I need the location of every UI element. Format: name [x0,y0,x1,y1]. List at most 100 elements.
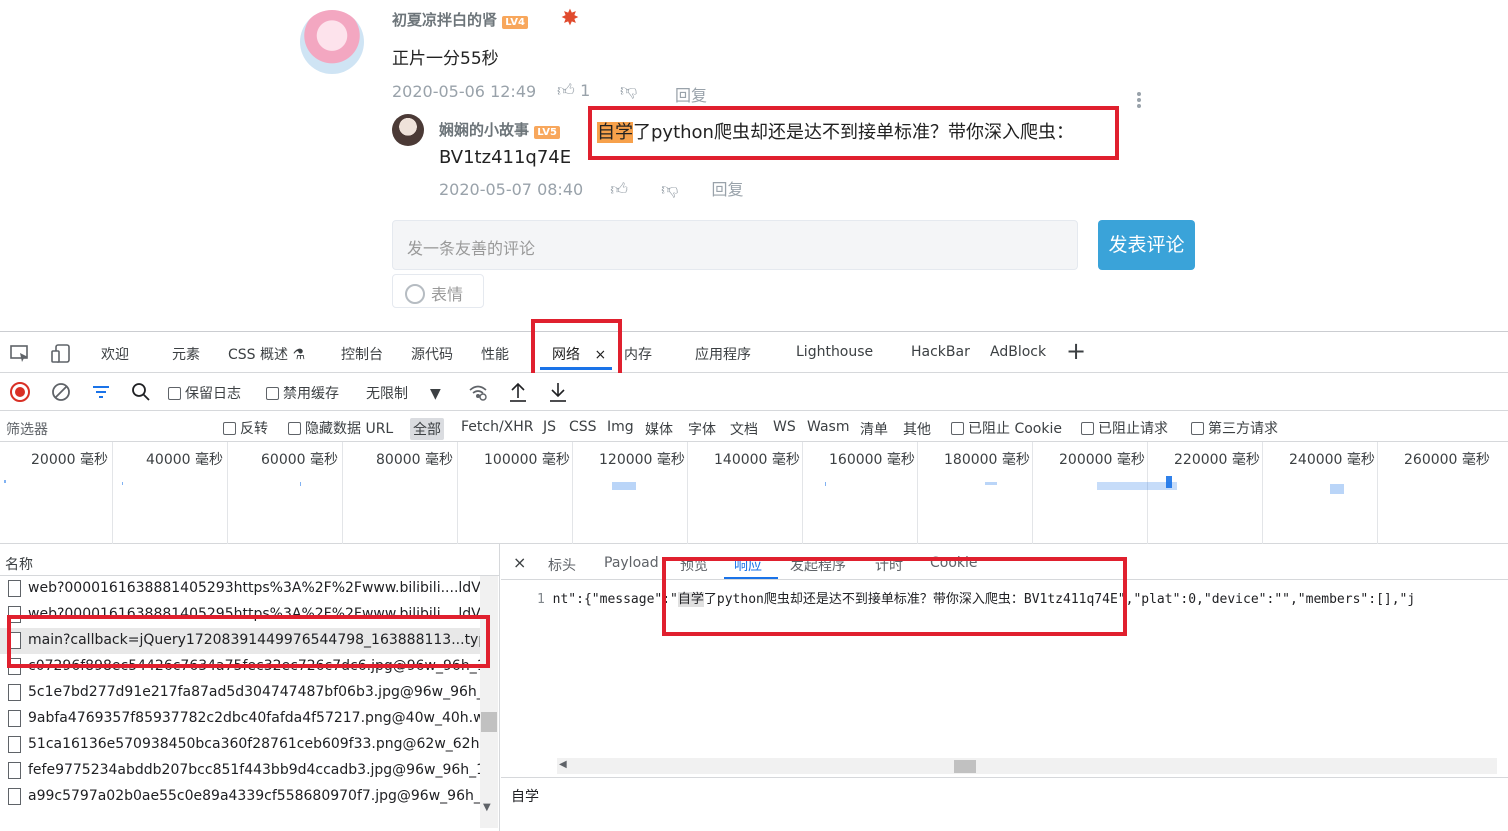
request-bar [825,482,826,486]
medal-icon: ✸ [560,6,580,31]
type-filter-js[interactable]: JS [543,419,556,435]
clear-icon[interactable] [50,381,72,403]
throttling-select[interactable]: 无限制 ▼ [366,383,441,403]
blocked-cookies-checkbox[interactable]: 已阻止 Cookie [951,418,1062,438]
type-filter-other[interactable]: 其他 [903,419,931,439]
post-comment-button[interactable]: 发表评论 [1098,220,1195,270]
tab-memory[interactable]: 内存 [624,344,652,364]
timeline-tick: 240000 毫秒 [1289,452,1375,468]
grid-line [572,442,573,544]
record-icon[interactable] [9,381,31,403]
type-filter-doc[interactable]: 文档 [730,419,758,439]
type-filter-media[interactable]: 媒体 [645,419,673,439]
grid-line [1032,442,1033,544]
timeline-tick: 200000 毫秒 [1059,452,1145,468]
grid-line [342,442,343,544]
timeline-tick: 40000 毫秒 [146,452,223,468]
close-detail-icon[interactable]: × [513,553,526,572]
export-har-icon[interactable] [547,381,569,403]
network-toolbar: 保留日志 禁用缓存 无限制 ▼ [0,373,1508,411]
tab-payload[interactable]: Payload [604,555,659,571]
request-row[interactable]: 9abfa4769357f85937782c2dbc40fafda4f57217… [0,706,480,732]
grid-line [687,442,688,544]
disable-cache-checkbox[interactable]: 禁用缓存 [266,383,339,403]
reply-username[interactable]: 娴娴的小故事 LV5 [439,119,560,140]
response-search-input[interactable]: 自学 [501,777,1508,809]
grid-line [457,442,458,544]
request-row[interactable]: web?0000161638881405293https%3A%2F%2Fwww… [0,576,480,602]
tab-headers[interactable]: 标头 [548,555,576,575]
horizontal-scrollbar-thumb[interactable] [954,760,976,773]
inspect-element-icon[interactable] [9,343,31,365]
tab-hackbar[interactable]: HackBar [911,344,970,360]
vertical-scrollbar[interactable] [480,576,498,828]
comment-time: 2020-05-06 12:49 [392,82,537,101]
type-filter-css[interactable]: CSS [569,419,597,435]
network-conditions-icon[interactable] [467,381,489,403]
emoji-button[interactable]: 表情 [392,274,484,308]
grid-line [1262,442,1263,544]
scroll-left-icon[interactable]: ◀ [559,759,567,770]
annotation-box [588,106,1119,160]
timeline-tick: 60000 毫秒 [261,452,338,468]
type-filter-manifest[interactable]: 清单 [860,419,888,439]
type-filter-img[interactable]: Img [607,419,634,435]
invert-checkbox[interactable]: 反转 [223,418,268,438]
third-party-checkbox[interactable]: 第三方请求 [1191,418,1278,438]
reply-avatar[interactable] [392,114,424,146]
dislike-button[interactable]: 👎︎ [620,80,637,101]
smiley-icon [405,284,425,304]
like-button[interactable]: 👍︎ 1 [557,80,590,101]
tab-performance[interactable]: 性能 [481,344,509,364]
grid-line [112,442,113,544]
request-bar [300,482,301,486]
filter-input[interactable]: 筛选器 [4,416,204,438]
tab-sources[interactable]: 源代码 [411,344,453,364]
scrollbar-thumb[interactable] [481,712,497,732]
reply-button[interactable]: 回复 [712,180,744,198]
request-bar [1097,482,1177,490]
timeline-tick: 20000 毫秒 [31,452,108,468]
type-filter-all[interactable]: 全部 [410,418,444,440]
blocked-requests-checkbox[interactable]: 已阻止请求 [1081,418,1168,438]
horizontal-scrollbar[interactable] [557,758,1497,774]
column-header-name[interactable]: 名称 [0,544,500,576]
search-icon[interactable] [130,381,152,403]
tab-welcome[interactable]: 欢迎 [101,344,129,364]
flask-icon: ⚗ [292,347,306,363]
request-row[interactable]: fefe9775234abddb207bcc851f443bb9d4ccadb3… [0,758,480,784]
preserve-log-checkbox[interactable]: 保留日志 [168,383,241,403]
more-options-icon[interactable] [1133,90,1145,110]
filter-icon[interactable] [90,381,112,403]
reply-button[interactable]: 回复 [675,82,707,106]
tab-elements[interactable]: 元素 [172,344,200,364]
devtools-tabbar: 欢迎 元素 CSS 概述 ⚗ 控制台 源代码 性能 网络 × 内存 应用程序 L… [0,332,1508,373]
thumb-down-icon[interactable]: 👎︎ [661,180,678,198]
commenter-avatar[interactable] [300,10,364,74]
tab-console[interactable]: 控制台 [341,344,383,364]
import-har-icon[interactable] [507,381,529,403]
hide-data-urls-checkbox[interactable]: 隐藏数据 URL [288,418,393,438]
tab-lighthouse[interactable]: Lighthouse [796,344,873,360]
tab-adblock[interactable]: AdBlock [990,344,1046,360]
timeline-overview[interactable]: 20000 毫秒 40000 毫秒 60000 毫秒 80000 毫秒 1000… [0,442,1508,544]
type-filter-font[interactable]: 字体 [688,419,716,439]
request-row[interactable]: a99c5797a02b0ae55c0e89a4339cf558680970f7… [0,784,480,810]
timeline-tick: 140000 毫秒 [714,452,800,468]
comment-input[interactable]: 发一条友善的评论 [392,220,1078,270]
commenter-name[interactable]: 初夏凉拌白的肾 LV4 [392,9,528,30]
request-row[interactable]: 51ca16136e570938450bca360f28761ceb609f33… [0,732,480,758]
timeline-tick: 220000 毫秒 [1174,452,1260,468]
type-filter-wasm[interactable]: Wasm [807,419,849,435]
tab-application[interactable]: 应用程序 [695,344,751,364]
tab-css-overview[interactable]: CSS 概述 ⚗ [228,344,305,364]
level-badge: LV5 [534,126,560,139]
image-file-icon [8,684,21,701]
thumb-up-icon[interactable]: 👍︎ [610,180,628,198]
type-filter-fetch-xhr[interactable]: Fetch/XHR [461,419,534,435]
type-filter-ws[interactable]: WS [773,419,796,435]
add-tab-icon[interactable]: + [1066,337,1086,365]
request-row[interactable]: 5c1e7bd277d91e217fa87ad5d304747487bf06b3… [0,680,480,706]
device-toolbar-icon[interactable] [50,343,72,365]
scroll-down-icon[interactable]: ▼ [483,802,491,813]
